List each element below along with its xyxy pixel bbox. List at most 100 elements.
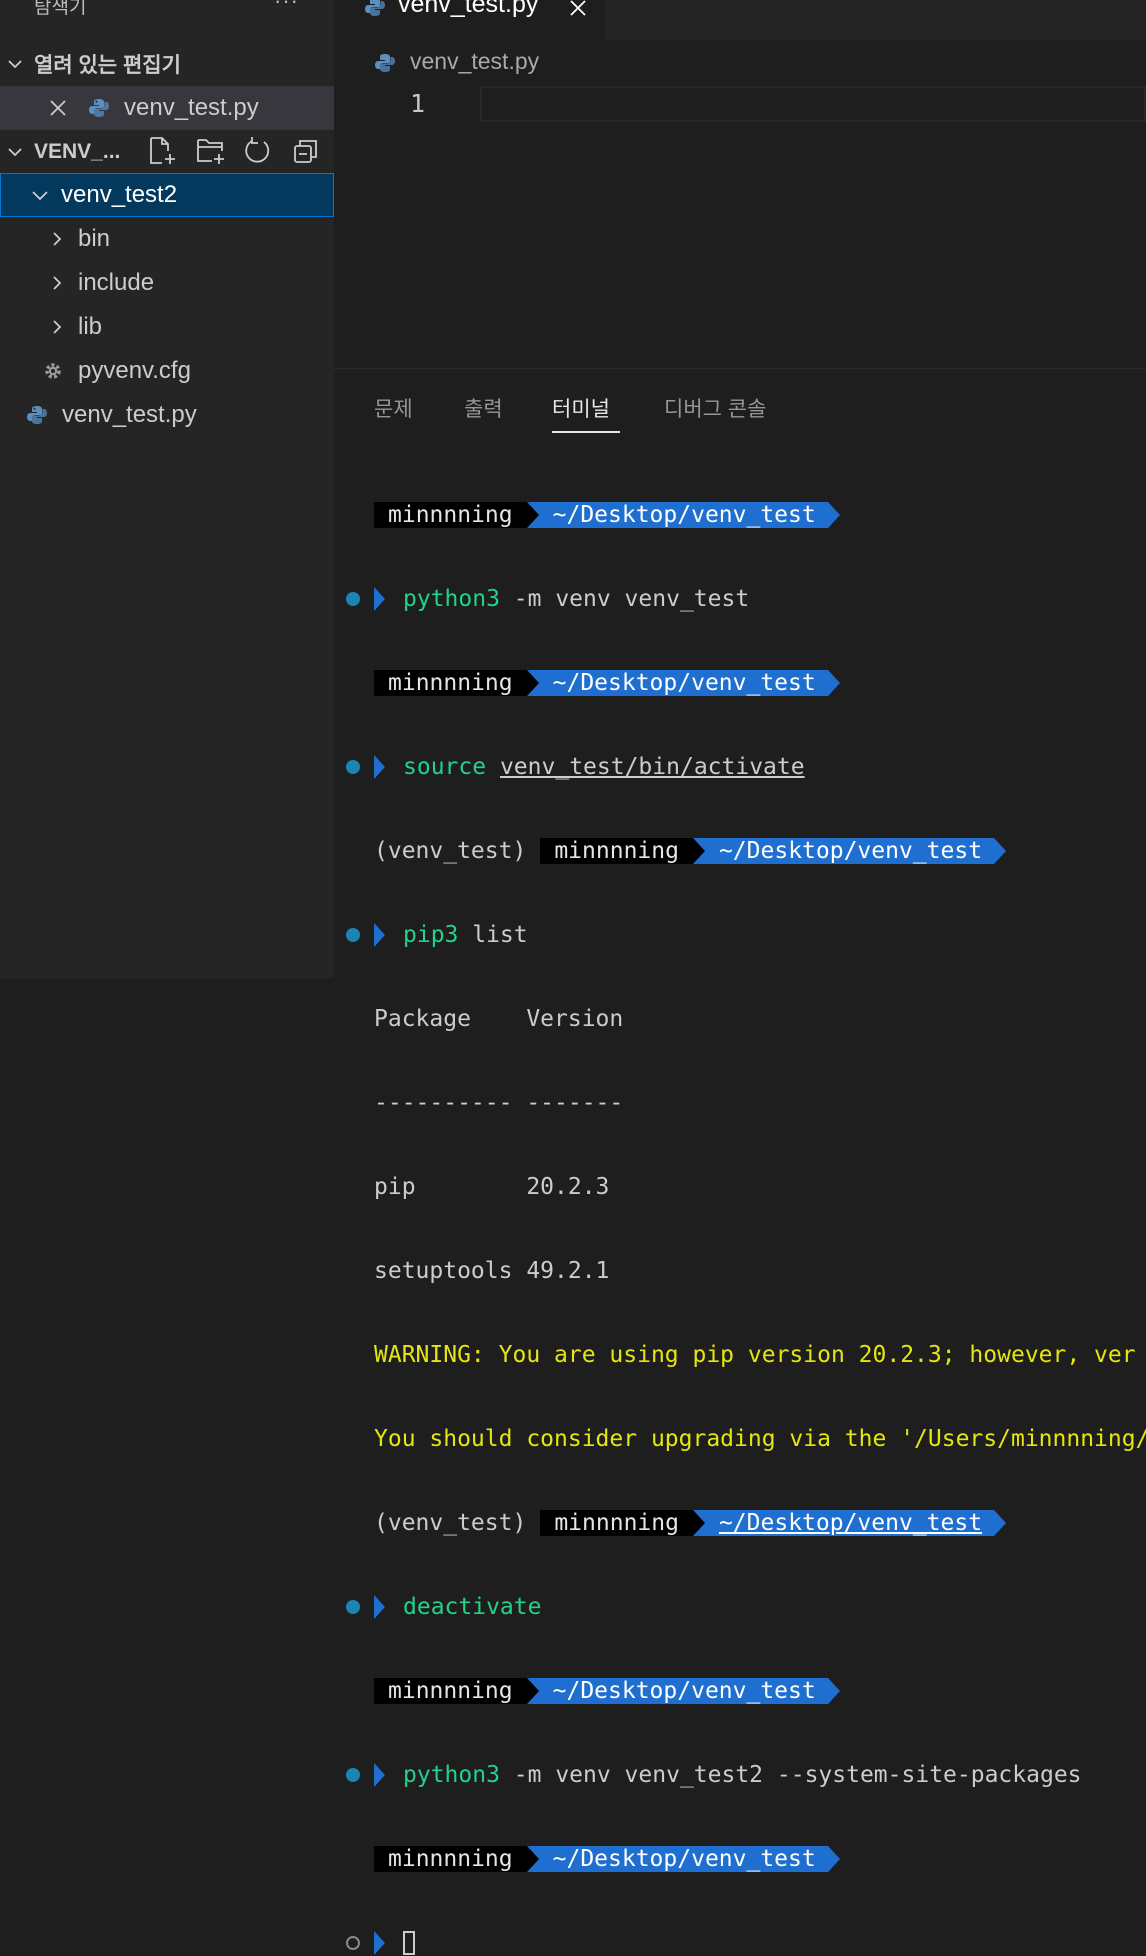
prompt-line: minnnning ~/Desktop/venv_test (374, 669, 1146, 697)
prompt-path: ~/Desktop/venv_test (526, 1846, 840, 1872)
tree-folder-include[interactable]: include (0, 261, 334, 305)
open-editors-header[interactable]: 열려 있는 편집기 (0, 42, 334, 86)
prompt-line: minnnning ~/Desktop/venv_test (374, 501, 1146, 529)
prompt-user: minnnning (540, 838, 693, 864)
refresh-icon[interactable] (244, 136, 272, 171)
prompt-path: ~/Desktop/venv_test (526, 670, 840, 696)
close-icon[interactable] (568, 0, 588, 23)
command-line: source venv_test/bin/activate (346, 753, 1146, 781)
prompt-arrow-icon (374, 1931, 385, 1955)
chevron-right-icon (46, 228, 68, 250)
command-name: source (403, 754, 487, 780)
prompt-arrow-icon (374, 587, 385, 611)
tab-terminal[interactable]: 터미널 (552, 393, 610, 423)
prompt-path[interactable]: ~/Desktop/venv_test (692, 1510, 1007, 1536)
prompt-line: (venv_test) minnnning ~/Desktop/venv_test (374, 837, 1146, 865)
explorer-title: 탐색기 (34, 0, 87, 18)
chevron-right-icon (46, 316, 68, 338)
gear-icon (42, 360, 64, 382)
chevron-right-icon (46, 272, 68, 294)
open-editor-item[interactable]: venv_test.py (0, 86, 334, 130)
tree-file-venv-test-py[interactable]: venv_test.py (0, 393, 334, 437)
open-editor-label: venv_test.py (124, 94, 259, 121)
command-line: python3 -m venv venv_test (346, 585, 1146, 613)
command-name: deactivate (403, 1594, 542, 1620)
output-line: pip 20.2.3 (374, 1174, 610, 1200)
prompt-user: minnnning (374, 1678, 527, 1704)
command-name: python3 (403, 586, 500, 612)
tree-folder-bin[interactable]: bin (0, 217, 334, 261)
command-status-dot[interactable] (346, 760, 360, 774)
venv-prefix: (venv_test) (374, 838, 527, 864)
prompt-path: ~/Desktop/venv_test (526, 502, 840, 528)
python-file-icon (364, 0, 386, 23)
tree-label: venv_test2 (61, 181, 178, 208)
prompt-user: minnnning (374, 502, 527, 528)
command-status-dot[interactable] (346, 1768, 360, 1782)
current-line-highlight[interactable] (480, 86, 1146, 122)
more-actions-icon[interactable]: ··· (274, 0, 299, 14)
prompt-path: ~/Desktop/venv_test (526, 1678, 840, 1704)
command-name: pip3 (403, 922, 459, 948)
folder-title: VENV_... (34, 140, 121, 163)
editor-tab[interactable]: venv_test.py (334, 0, 606, 40)
prompt-arrow-icon (374, 923, 385, 947)
tree-folder-venv-test2[interactable]: venv_test2 (0, 173, 334, 217)
tree-label: pyvenv.cfg (78, 357, 191, 384)
command-status-dot[interactable] (346, 1936, 360, 1950)
open-editors-title: 열려 있는 편집기 (34, 54, 181, 77)
close-icon[interactable] (48, 98, 68, 118)
prompt-arrow-icon (374, 755, 385, 779)
bottom-panel: 문제 출력 터미널 디버그 콘솔 minnnning ~/Desktop/venv… (334, 368, 1146, 1955)
command-name: python3 (403, 1762, 500, 1788)
prompt-arrow-icon (374, 1595, 385, 1619)
warning-line: You should consider upgrading via the '/… (374, 1426, 1146, 1452)
editor-tab-label: venv_test.py (398, 0, 539, 18)
breadcrumb[interactable]: venv_test.py (410, 48, 539, 75)
command-status-dot[interactable] (346, 928, 360, 942)
venv-prefix: (venv_test) (374, 1510, 527, 1536)
python-file-icon (26, 404, 48, 426)
output-line: setuptools 49.2.1 (374, 1258, 610, 1284)
new-folder-icon[interactable] (196, 136, 228, 171)
output-line: Package Version (374, 1006, 624, 1032)
prompt-arrow-icon (374, 1763, 385, 1787)
tree-label: venv_test.py (62, 401, 197, 428)
new-file-icon[interactable] (148, 136, 178, 171)
prompt-line: (venv_test) minnnning ~/Desktop/venv_test (374, 1509, 1146, 1537)
prompt-user: minnnning (374, 670, 527, 696)
command-status-dot[interactable] (346, 1600, 360, 1614)
output-line: ---------- ------- (374, 1090, 624, 1116)
command-line: pip3 list (346, 921, 1146, 949)
prompt-path: ~/Desktop/venv_test (692, 838, 1007, 864)
command-line: deactivate (346, 1593, 1146, 1621)
chevron-down-icon (4, 141, 26, 163)
prompt-user: minnnning (374, 1846, 527, 1872)
warning-line: WARNING: You are using pip version 20.2.… (374, 1342, 1136, 1368)
command-line: python3 -m venv venv_test2 --system-site… (346, 1761, 1146, 1789)
tree-label: lib (78, 313, 103, 340)
prompt-line: minnnning ~/Desktop/venv_test (374, 1677, 1146, 1705)
collapse-all-icon[interactable] (292, 136, 320, 171)
editor-area: venv_test.py venv_test.py 1 문제 출력 터미널 디버… (334, 0, 1146, 1955)
chevron-down-icon (4, 53, 26, 75)
tab-output[interactable]: 출력 (464, 393, 503, 423)
command-status-dot[interactable] (346, 592, 360, 606)
prompt-line: minnnning ~/Desktop/venv_test (374, 1845, 1146, 1873)
prompt-user: minnnning (540, 1510, 693, 1536)
command-args: list (458, 922, 528, 948)
terminal-cursor (403, 1931, 415, 1955)
command-args-link[interactable]: venv_test/bin/activate (500, 753, 805, 781)
command-args: -m venv venv_test (499, 586, 750, 612)
command-line (346, 1929, 1146, 1956)
python-file-icon (374, 52, 396, 79)
command-args: -m venv venv_test2 --system-site-package… (499, 1762, 1082, 1788)
tab-problems[interactable]: 문제 (374, 393, 413, 423)
chevron-down-icon (29, 184, 51, 206)
terminal[interactable]: minnnning ~/Desktop/venv_test python3 -m … (346, 445, 1146, 1956)
python-file-icon (88, 97, 110, 119)
line-number: 1 (410, 89, 426, 118)
tree-folder-lib[interactable]: lib (0, 305, 334, 349)
tab-debug-console[interactable]: 디버그 콘솔 (664, 393, 766, 423)
tree-file-pyvenv-cfg[interactable]: pyvenv.cfg (0, 349, 334, 393)
